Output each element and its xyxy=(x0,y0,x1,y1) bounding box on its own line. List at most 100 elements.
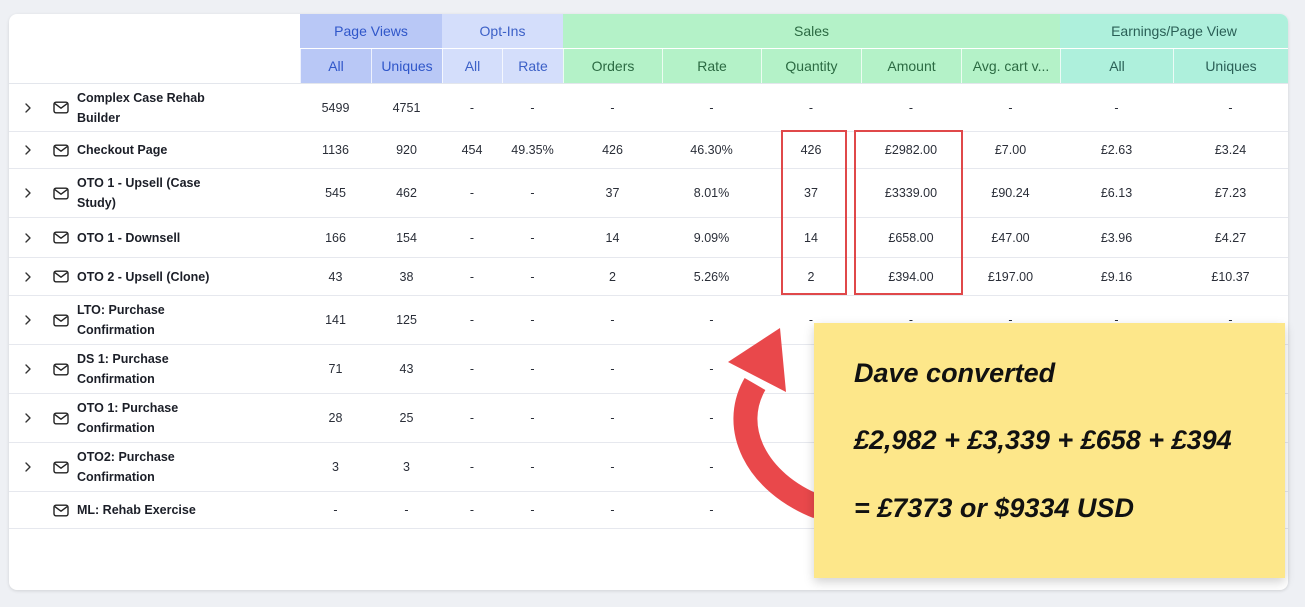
row-step-name[interactable]: Complex Case Rehab Builder xyxy=(77,84,247,131)
annotation-line-2: £2,982 + £3,339 + £658 + £394 xyxy=(854,425,1232,455)
annotation-line-3: = £7373 or $9334 USD xyxy=(854,493,1134,523)
table-row[interactable]: OTO 2 - Upsell (Clone) 43 38- -2 5.26% 2 £394.… xyxy=(9,258,1288,296)
column-header-page-views-0[interactable]: All xyxy=(300,49,371,83)
column-header-earnings-per-page-view-0[interactable]: All xyxy=(1060,49,1173,83)
row-step-name-line: OTO 1: Purchase xyxy=(77,401,179,415)
column-header-opt-ins-1[interactable]: Rate xyxy=(502,49,563,83)
row-step-name-line: Study) xyxy=(77,196,116,210)
header-group-page-views: Page Views xyxy=(300,14,442,48)
table-cell: 426 xyxy=(602,143,623,157)
row-step-name[interactable]: OTO 1: Purchase Confirmation xyxy=(77,394,247,442)
table-cell: £90.24 xyxy=(991,186,1030,200)
table-cell: 5.26% xyxy=(693,269,730,284)
mail-icon xyxy=(53,169,69,217)
table-cell: - xyxy=(610,411,615,425)
table-cell: 920 xyxy=(396,143,417,157)
table-cell: - xyxy=(610,100,615,115)
table-cell: - xyxy=(1008,100,1013,115)
mail-icon xyxy=(53,84,69,131)
row-step-name[interactable]: DS 1: Purchase Confirmation xyxy=(77,345,247,393)
row-step-name-line: Builder xyxy=(77,110,121,125)
column-header-sales-0[interactable]: Orders xyxy=(563,49,662,83)
row-step-name-line: Confirmation xyxy=(77,421,155,435)
row-step-name[interactable]: ML: Rehab Exercise xyxy=(77,492,247,528)
table-cell: - xyxy=(530,460,535,474)
table-cell: - xyxy=(530,503,535,517)
table-cell: - xyxy=(469,460,475,474)
table-row[interactable]: Checkout Page 1136 920 454 49.35% 426 46.30% 42… xyxy=(9,132,1288,169)
chevron-right-icon[interactable] xyxy=(23,218,33,257)
row-step-name-line: OTO 1 - Downsell xyxy=(77,230,181,245)
table-cell: - xyxy=(469,503,475,517)
table-cell: £10.37 xyxy=(1211,269,1250,284)
table-cell: 166 xyxy=(325,230,346,245)
row-step-name[interactable]: OTO2: Purchase Confirmation xyxy=(77,443,247,491)
mail-icon xyxy=(53,394,69,442)
header-group-earnings-per-page-view: Earnings/Page View xyxy=(1060,14,1288,48)
table-cell: £47.00 xyxy=(991,230,1030,245)
table-cell: - xyxy=(530,100,535,115)
table-cell: 43 xyxy=(328,269,343,284)
annotation-line-1: Dave converted xyxy=(854,358,1056,388)
table-cell: £7.00 xyxy=(994,143,1027,157)
table-header: Page Views All Uniques Opt-Ins All Rate Sales O… xyxy=(9,14,1288,84)
amount-highlight-box xyxy=(854,130,963,295)
table-cell: - xyxy=(469,186,475,200)
mail-icon xyxy=(53,492,69,528)
chevron-right-icon[interactable] xyxy=(23,84,33,131)
column-header-sales-1[interactable]: Rate xyxy=(662,49,761,83)
table-cell: - xyxy=(469,313,475,327)
row-step-name[interactable]: OTO 1 - Upsell (Case Study) xyxy=(77,169,247,217)
table-cell: 25 xyxy=(399,411,414,425)
table-cell: £4.27 xyxy=(1214,230,1247,245)
row-step-name[interactable]: LTO: Purchase Confirmation xyxy=(77,296,247,344)
table-cell: 14 xyxy=(605,230,620,245)
table-cell: £3.24 xyxy=(1214,143,1247,157)
row-step-name-line: Confirmation xyxy=(77,323,155,337)
table-cell: - xyxy=(469,362,475,376)
table-cell: 1136 xyxy=(322,143,349,157)
mail-icon xyxy=(53,132,69,168)
column-header-earnings-per-page-view-1[interactable]: Uniques xyxy=(1173,49,1288,83)
table-cell: £9.16 xyxy=(1100,269,1133,284)
row-step-name-line: Confirmation xyxy=(77,372,155,386)
header-group-opt-ins: Opt-Ins xyxy=(442,14,563,48)
row-step-name-line: Checkout Page xyxy=(77,143,168,157)
chevron-right-icon[interactable] xyxy=(23,132,33,168)
row-step-name[interactable]: OTO 1 - Downsell xyxy=(77,218,247,257)
chevron-right-icon[interactable] xyxy=(23,169,33,217)
table-cell: - xyxy=(530,411,535,425)
table-cell: - xyxy=(808,100,814,115)
table-cell: - xyxy=(908,100,914,115)
table-row[interactable]: OTO 1 - Downsell 166 154- -14 9.09% 14 £658.00… xyxy=(9,218,1288,258)
table-cell: 545 xyxy=(325,186,346,200)
table-cell: £3.96 xyxy=(1100,230,1133,245)
annotation-note: Dave converted £2,982 + £3,339 + £658 + … xyxy=(814,323,1285,578)
row-step-name[interactable]: OTO 2 - Upsell (Clone) xyxy=(77,258,247,295)
table-row[interactable]: OTO 1 - Upsell (Case Study) 545 462 - - 37 8.01… xyxy=(9,169,1288,218)
row-step-name[interactable]: Checkout Page xyxy=(77,132,247,168)
column-header-page-views-1[interactable]: Uniques xyxy=(371,49,442,83)
chevron-right-icon[interactable] xyxy=(23,394,33,442)
column-header-sales-2[interactable]: Quantity xyxy=(761,49,861,83)
table-cell: £197.00 xyxy=(987,269,1034,284)
table-cell: 46.30% xyxy=(690,143,733,157)
table-cell: 5499 xyxy=(321,100,350,115)
row-step-name-line: ML: Rehab Exercise xyxy=(77,503,196,517)
column-header-sales-4[interactable]: Avg. cart v... xyxy=(961,49,1060,83)
table-cell: - xyxy=(530,230,535,245)
chevron-right-icon[interactable] xyxy=(23,258,33,295)
chevron-right-icon[interactable] xyxy=(23,345,33,393)
header-group-sales: Sales xyxy=(563,14,1060,48)
table-cell: £7.23 xyxy=(1214,186,1247,200)
table-cell: - xyxy=(469,100,475,115)
column-header-opt-ins-0[interactable]: All xyxy=(442,49,502,83)
table-cell: - xyxy=(610,313,615,327)
table-row[interactable]: Complex Case Rehab Builder 5499 4751 - - - - - - -… xyxy=(9,84,1288,132)
column-header-sales-3[interactable]: Amount xyxy=(861,49,961,83)
chevron-right-icon[interactable] xyxy=(23,443,33,491)
table-cell: - xyxy=(530,269,535,284)
table-cell: - xyxy=(404,503,409,517)
mail-icon xyxy=(53,218,69,257)
chevron-right-icon[interactable] xyxy=(23,296,33,344)
